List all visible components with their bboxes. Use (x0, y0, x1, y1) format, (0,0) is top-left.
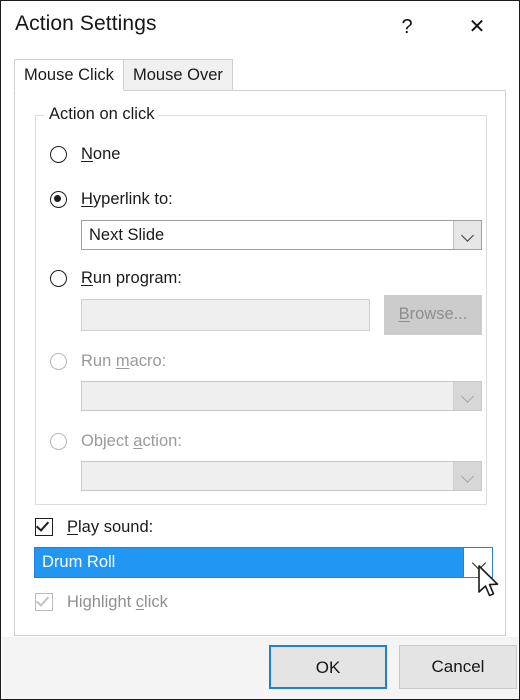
play-sound-value: Drum Roll (35, 548, 463, 577)
browse-button-label: Browse... (398, 305, 468, 323)
tab-strip: Mouse Click Mouse Over (14, 59, 506, 91)
browse-button[interactable]: Browse... (384, 295, 482, 335)
radio-option-none[interactable]: None (50, 142, 120, 166)
help-icon[interactable]: ? (386, 7, 428, 47)
radio-indicator-object-action (50, 432, 67, 450)
radio-option-hyperlink[interactable]: Hyperlink to: (50, 187, 173, 211)
radio-option-run-program[interactable]: Run program: (50, 266, 182, 290)
checkbox-indicator-play-sound (35, 518, 53, 536)
radio-indicator-hyperlink (50, 190, 67, 208)
object-action-combo (81, 461, 482, 491)
groupbox-label: Action on click (44, 105, 160, 124)
play-sound-label: Play sound: (67, 517, 154, 536)
chevron-down-icon (453, 462, 481, 490)
chevron-down-icon[interactable] (463, 547, 493, 578)
radio-option-object-action: Object action: (50, 429, 182, 453)
radio-label-object-action: Object action: (81, 431, 182, 450)
object-action-value (82, 462, 453, 490)
radio-indicator-run-program (50, 269, 67, 287)
hyperlink-target-combo[interactable]: Next Slide (81, 220, 482, 250)
chevron-down-icon[interactable] (453, 221, 481, 249)
tab-mouse-over[interactable]: Mouse Over (123, 59, 233, 91)
radio-label-none: None (81, 144, 121, 163)
run-macro-combo (81, 381, 482, 411)
run-macro-value (82, 382, 453, 410)
hyperlink-target-value: Next Slide (89, 226, 165, 244)
close-icon[interactable]: ✕ (456, 7, 498, 47)
highlight-click-checkbox: Highlight click (35, 591, 168, 613)
checkbox-indicator-highlight-click (35, 593, 53, 611)
radio-indicator-run-macro (50, 352, 67, 370)
tab-mouse-click[interactable]: Mouse Click (14, 59, 124, 91)
run-program-path-field[interactable] (81, 299, 370, 331)
dialog-footer: OK Cancel (2, 637, 518, 699)
action-settings-dialog: Action Settings ? ✕ Mouse Click Mouse Ov… (0, 0, 520, 700)
radio-option-run-macro: Run macro: (50, 349, 166, 373)
radio-indicator-none (50, 145, 67, 163)
highlight-click-label: Highlight click (67, 592, 168, 611)
play-sound-checkbox[interactable]: Play sound: (35, 516, 153, 538)
chevron-down-icon (453, 382, 481, 410)
action-on-click-groupbox: Action on click None Hyperlink to: Next … (35, 105, 487, 505)
ok-button[interactable]: OK (269, 645, 387, 689)
play-sound-combo[interactable]: Drum Roll (34, 547, 493, 578)
radio-label-run-program: Run program: (81, 268, 182, 287)
radio-label-run-macro: Run macro: (81, 351, 167, 370)
title-bar: Action Settings ? ✕ (1, 1, 519, 55)
cancel-button[interactable]: Cancel (399, 645, 517, 689)
radio-label-hyperlink: Hyperlink to: (81, 189, 173, 208)
dialog-title: Action Settings (15, 12, 157, 35)
